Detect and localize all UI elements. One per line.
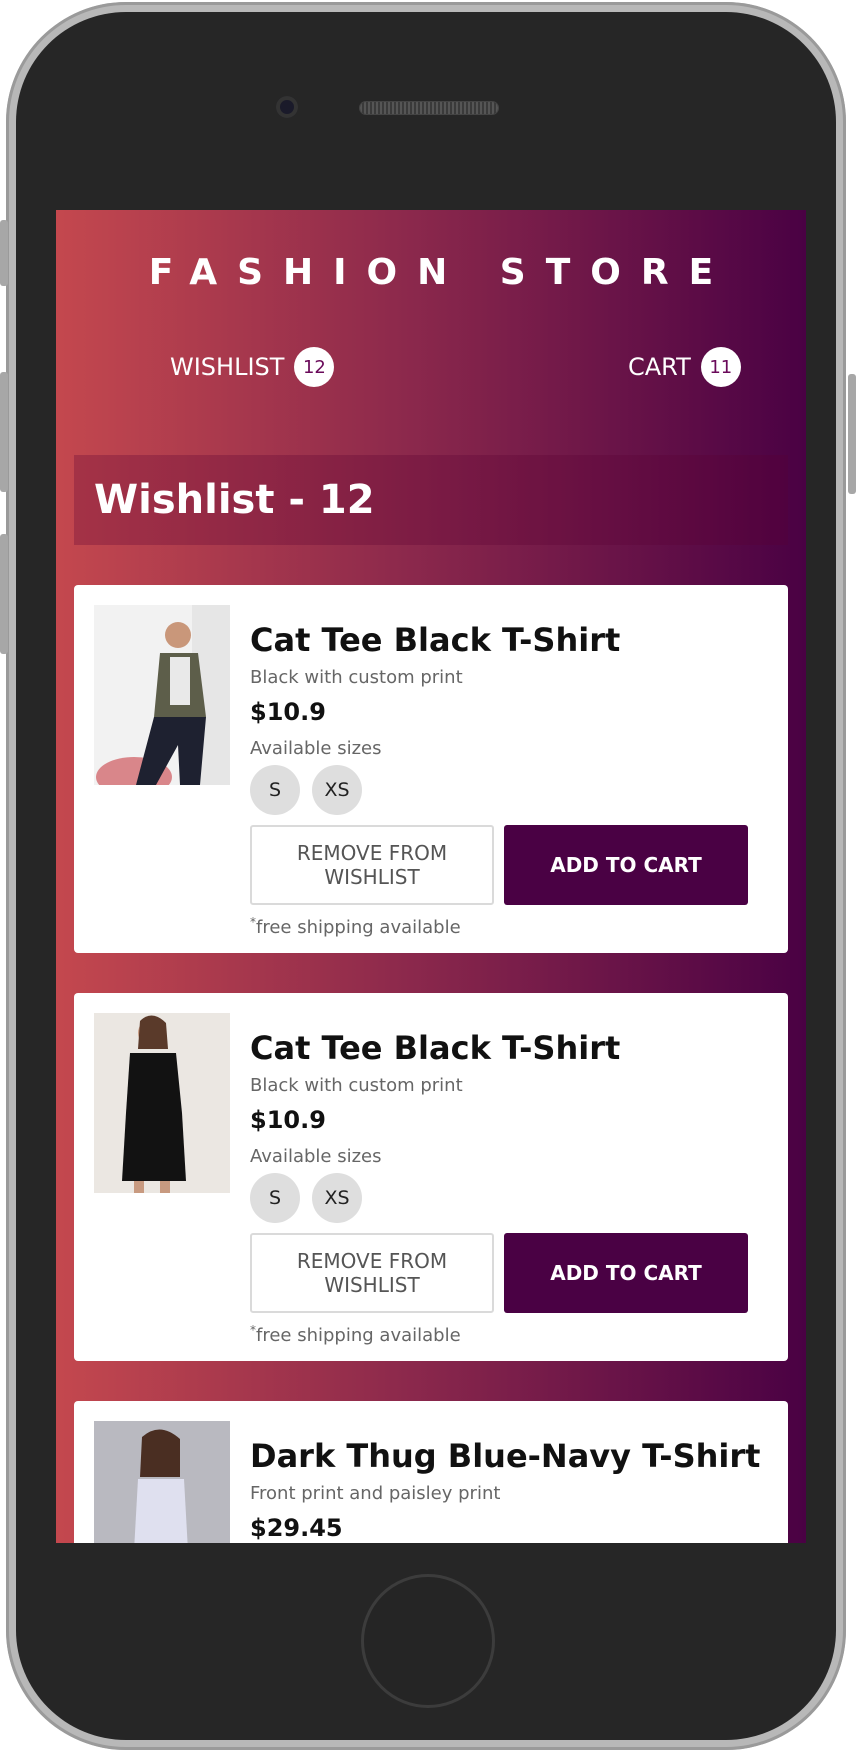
size-option-s[interactable]: S bbox=[250, 1173, 300, 1223]
store-brand: FASHION STORE bbox=[148, 252, 734, 293]
add-to-cart-button[interactable]: ADD TO CART bbox=[504, 825, 748, 905]
product-image[interactable] bbox=[94, 1013, 230, 1193]
earpiece-speaker bbox=[360, 102, 498, 114]
volume-down-button bbox=[0, 534, 8, 654]
size-options: S XS bbox=[250, 1173, 768, 1223]
product-info: Cat Tee Black T-Shirt Black with custom … bbox=[250, 1029, 768, 1346]
nav-cart[interactable]: CART 11 bbox=[628, 347, 741, 387]
product-card: Cat Tee Black T-Shirt Black with custom … bbox=[74, 993, 788, 1361]
card-actions: REMOVE FROM WISHLIST ADD TO CART bbox=[250, 825, 768, 905]
product-price: $10.9 bbox=[250, 698, 326, 726]
power-button bbox=[848, 374, 856, 494]
shipping-text: free shipping available bbox=[256, 917, 461, 938]
cart-count-badge: 11 bbox=[700, 347, 741, 387]
product-description: Black with custom print bbox=[250, 667, 463, 688]
product-title: Cat Tee Black T-Shirt bbox=[250, 1029, 621, 1067]
sizes-label: Available sizes bbox=[250, 1146, 382, 1167]
volume-up-button bbox=[0, 372, 8, 492]
product-description: Black with custom print bbox=[250, 1075, 463, 1096]
product-price: $29.45 bbox=[250, 1514, 343, 1542]
product-card: Dark Thug Blue-Navy T-Shirt Front print … bbox=[74, 1401, 788, 1543]
shipping-note: *free shipping available bbox=[250, 915, 768, 938]
wishlist-count-badge: 12 bbox=[294, 347, 335, 387]
remove-from-wishlist-button[interactable]: REMOVE FROM WISHLIST bbox=[250, 1233, 494, 1313]
product-title: Cat Tee Black T-Shirt bbox=[250, 621, 621, 659]
top-navigation: WISHLIST 12 CART 11 bbox=[56, 333, 806, 413]
app-screen: FASHION STORE WISHLIST 12 CART 11 Wishli… bbox=[56, 210, 806, 1543]
shipping-text: free shipping available bbox=[256, 1325, 461, 1346]
mute-switch bbox=[0, 220, 8, 286]
size-option-xs[interactable]: XS bbox=[312, 1173, 362, 1223]
product-price: $10.9 bbox=[250, 1106, 326, 1134]
remove-from-wishlist-button[interactable]: REMOVE FROM WISHLIST bbox=[250, 825, 494, 905]
product-card: Cat Tee Black T-Shirt Black with custom … bbox=[74, 585, 788, 953]
product-info: Dark Thug Blue-Navy T-Shirt Front print … bbox=[250, 1437, 768, 1542]
product-description: Front print and paisley print bbox=[250, 1483, 501, 1504]
shipping-note: *free shipping available bbox=[250, 1323, 768, 1346]
front-camera bbox=[276, 96, 298, 118]
size-options: S XS bbox=[250, 765, 768, 815]
product-image[interactable] bbox=[94, 605, 230, 785]
product-info: Cat Tee Black T-Shirt Black with custom … bbox=[250, 621, 768, 938]
card-actions: REMOVE FROM WISHLIST ADD TO CART bbox=[250, 1233, 768, 1313]
nav-wishlist-label: WISHLIST bbox=[170, 353, 285, 381]
product-image[interactable] bbox=[94, 1421, 230, 1543]
size-option-xs[interactable]: XS bbox=[312, 765, 362, 815]
product-title: Dark Thug Blue-Navy T-Shirt bbox=[250, 1437, 761, 1475]
size-option-s[interactable]: S bbox=[250, 765, 300, 815]
nav-wishlist[interactable]: WISHLIST 12 bbox=[170, 347, 335, 387]
add-to-cart-button[interactable]: ADD TO CART bbox=[504, 1233, 748, 1313]
nav-cart-label: CART bbox=[628, 353, 691, 381]
sizes-label: Available sizes bbox=[250, 738, 382, 759]
page-title: Wishlist - 12 bbox=[74, 455, 788, 545]
home-button[interactable] bbox=[361, 1574, 495, 1708]
